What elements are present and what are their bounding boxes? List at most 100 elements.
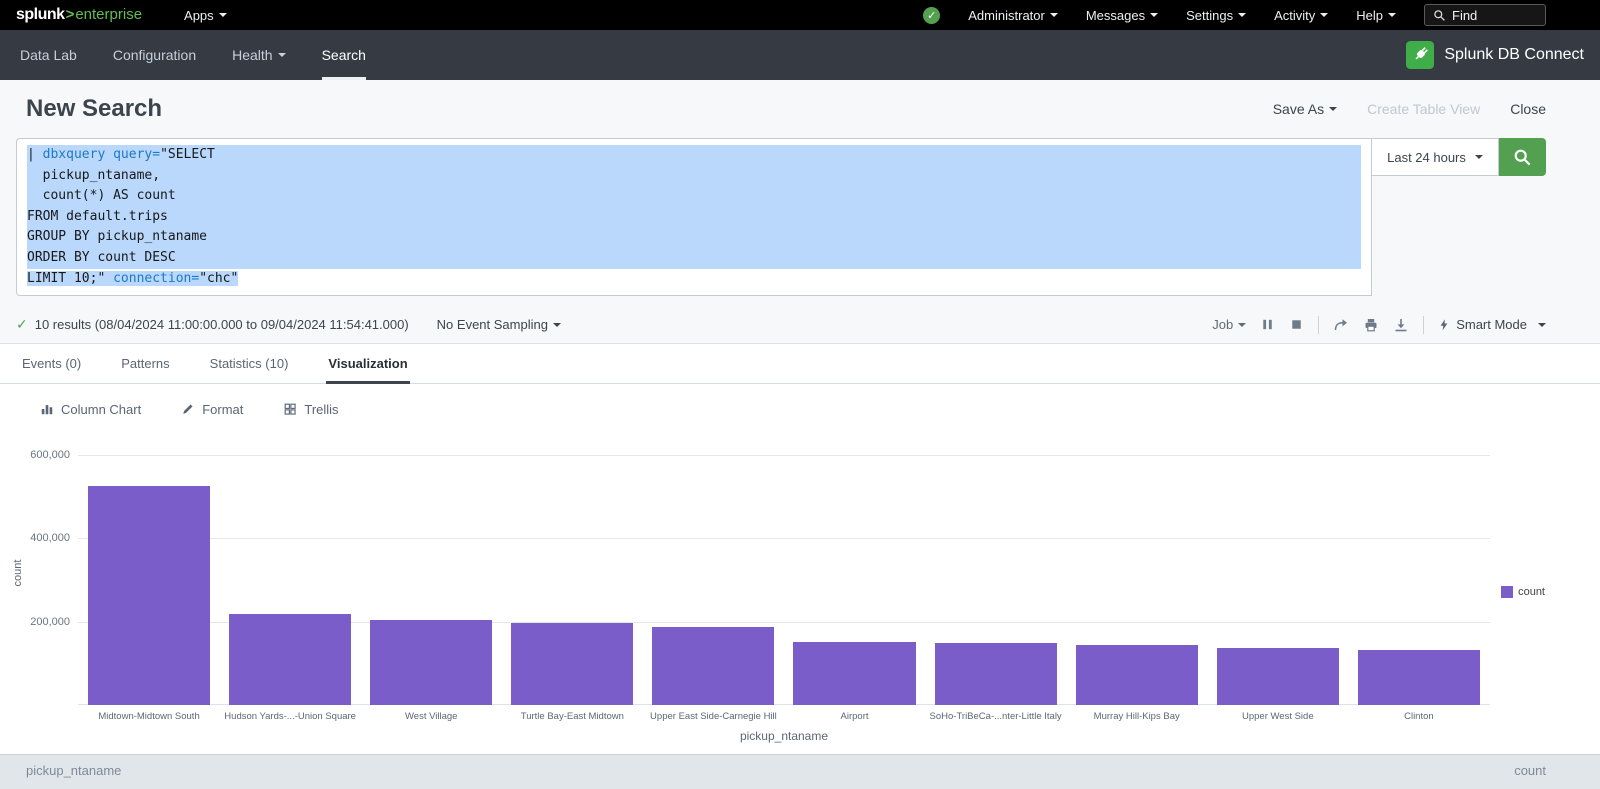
column-chart: count 200,000400,000600,000 Midtown-Midt… [0,434,1600,754]
tab-events[interactable]: Events (0) [20,344,83,383]
x-axis-category-label: SoHo-TriBeCa-...nter-Little Italy [935,711,1057,723]
tab-patterns[interactable]: Patterns [119,344,171,383]
messages-menu-label: Messages [1086,8,1145,23]
find-search-box[interactable] [1424,4,1546,26]
toolbar-divider [1318,316,1319,334]
db-connect-nav-bar: Data Lab Configuration Health Search Spl… [0,30,1600,80]
nav-item-health[interactable]: Health [232,30,285,80]
logo-enterprise-text: enterprise [75,6,142,23]
trellis-button[interactable]: Trellis [283,402,338,417]
tab-patterns-label: Patterns [121,356,169,371]
share-icon [1333,317,1349,333]
chevron-down-icon [1329,107,1337,111]
chart-bar-6[interactable] [793,642,915,705]
save-as-button[interactable]: Save As [1273,101,1337,117]
query-line: ORDER BY count DESC [27,248,1361,269]
nav-data-lab-label: Data Lab [20,47,77,63]
tab-statistics[interactable]: Statistics (10) [208,344,291,383]
pause-job-button[interactable] [1260,317,1275,332]
nav-item-data-lab[interactable]: Data Lab [20,30,77,80]
stats-column-pickup-ntaname[interactable]: pickup_ntaname [26,763,121,789]
help-menu[interactable]: Help [1356,8,1396,23]
trellis-grid-icon [283,402,297,416]
chart-bar-4[interactable] [511,623,633,705]
save-as-label: Save As [1273,101,1324,117]
chart-bar-5[interactable] [652,627,774,705]
search-header-section: New Search Save As Create Table View Clo… [0,80,1600,344]
search-mode-label: Smart Mode [1456,317,1527,332]
x-axis-category-label: West Village [370,711,492,723]
x-axis-title: pickup_ntaname [78,729,1490,743]
topbar-right-menus: ✓ Administrator Messages Settings Activi… [923,4,1600,26]
search-button[interactable] [1499,138,1546,176]
x-axis-category-labels: Midtown-Midtown SouthHudson Yards-...-Un… [78,711,1490,723]
query-line: LIMIT 10;" connection="chc" [27,269,1361,290]
nav-item-search[interactable]: Search [322,30,366,80]
find-input[interactable] [1452,8,1532,23]
share-job-button[interactable] [1333,317,1349,333]
apps-menu[interactable]: Apps [184,8,227,23]
chart-bar-8[interactable] [1076,645,1198,705]
chart-type-label: Column Chart [61,402,141,417]
chart-type-button[interactable]: Column Chart [40,402,141,417]
print-button[interactable] [1363,317,1379,333]
chart-bar-2[interactable] [229,614,351,705]
legend-swatch [1501,586,1513,598]
create-table-view-label: Create Table View [1367,101,1480,117]
activity-menu-label: Activity [1274,8,1315,23]
search-query-editor[interactable]: | dbxquery query="SELECT pickup_ntaname,… [16,138,1372,296]
health-status-icon[interactable]: ✓ [923,7,940,24]
app-title-label: Splunk DB Connect [1444,46,1584,64]
time-range-picker[interactable]: Last 24 hours [1372,138,1499,176]
app-title[interactable]: Splunk DB Connect [1406,41,1584,69]
smart-mode-bolt-icon [1438,318,1450,332]
chart-bar-9[interactable] [1217,648,1339,705]
format-button[interactable]: Format [181,402,243,417]
settings-menu[interactable]: Settings [1186,8,1246,23]
legend-label: count [1518,586,1545,598]
nav-item-configuration[interactable]: Configuration [113,30,196,80]
query-line: pickup_ntaname, [27,166,1361,187]
chevron-down-icon [1050,13,1058,17]
job-menu[interactable]: Job [1212,317,1246,332]
export-button[interactable] [1393,317,1409,333]
event-sampling-menu[interactable]: No Event Sampling [437,317,561,332]
messages-menu[interactable]: Messages [1086,8,1158,23]
format-label: Format [202,402,243,417]
stop-job-button[interactable] [1289,317,1304,332]
query-line: FROM default.trips [27,207,1361,228]
logo-gt-text: > [66,6,75,23]
x-axis-category-label: Upper West Side [1217,711,1339,723]
query-line: | dbxquery query="SELECT [27,145,1361,166]
activity-menu[interactable]: Activity [1274,8,1328,23]
close-button[interactable]: Close [1510,101,1546,117]
chart-bar-10[interactable] [1358,650,1480,705]
administrator-menu-label: Administrator [968,8,1045,23]
chart-bar-3[interactable] [370,620,492,705]
toolbar-divider [1423,316,1424,334]
chevron-down-icon [278,53,286,57]
chart-bar-7[interactable] [935,643,1057,705]
search-mode-menu[interactable]: Smart Mode [1438,317,1546,332]
chevron-down-icon [1475,155,1483,159]
create-table-view-button[interactable]: Create Table View [1367,101,1480,117]
chart-bar-1[interactable] [88,486,210,705]
search-icon [1513,148,1532,167]
event-sampling-label: No Event Sampling [437,317,548,332]
results-tabs: Events (0) Patterns Statistics (10) Visu… [0,344,1600,384]
administrator-menu[interactable]: Administrator [968,8,1058,23]
results-check-icon: ✓ [16,316,28,333]
help-menu-label: Help [1356,8,1383,23]
splunk-logo[interactable]: splunk>enterprise [16,6,142,24]
nav-search-label: Search [322,47,366,63]
chevron-down-icon [1320,13,1328,17]
job-menu-label: Job [1212,317,1233,332]
chart-legend[interactable]: count [1501,586,1545,598]
chevron-down-icon [1238,13,1246,17]
stats-column-count[interactable]: count [1514,763,1546,789]
tab-visualization-label: Visualization [328,356,407,371]
tab-statistics-label: Statistics (10) [210,356,289,371]
tab-visualization[interactable]: Visualization [326,344,409,383]
y-axis-tick-labels: 200,000400,000600,000 [0,434,70,754]
splunk-topbar: splunk>enterprise Apps ✓ Administrator M… [0,0,1600,30]
